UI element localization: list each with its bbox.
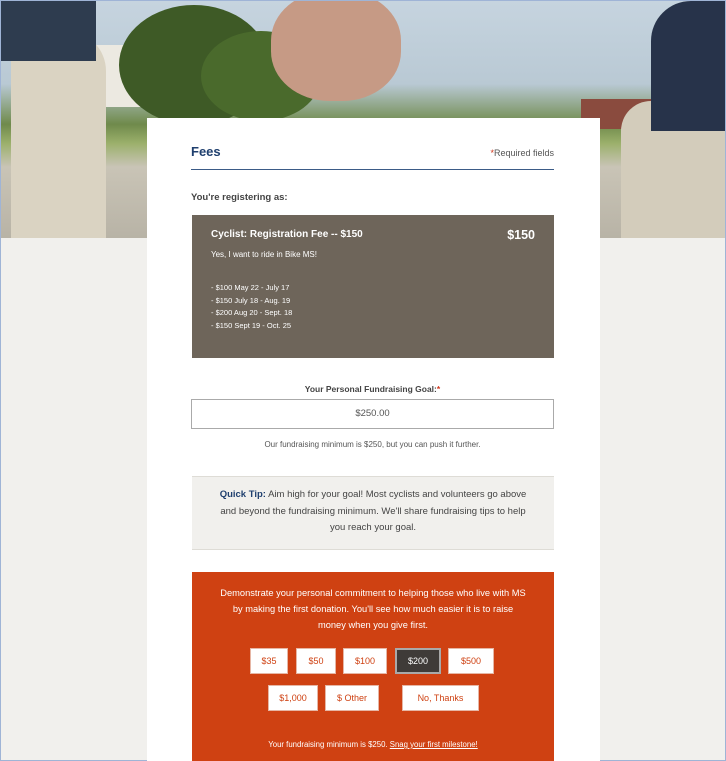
registering-label: You're registering as: xyxy=(191,192,288,203)
donation-amount-button[interactable]: $500 xyxy=(448,648,494,674)
fees-header: Fees *Required fields xyxy=(191,142,554,170)
quick-tip-label: Quick Tip: xyxy=(219,489,266,500)
first-donation-box: Demonstrate your personal commitment to … xyxy=(192,572,554,761)
no-thanks-button[interactable]: No, Thanks xyxy=(402,685,479,711)
donation-prompt: Demonstrate your personal commitment to … xyxy=(220,588,526,630)
registration-fee-option[interactable]: Cyclist: Registration Fee -- $150 $150 Y… xyxy=(192,215,554,358)
fee-schedule: - $100 May 22 - July 17 - $150 July 18 -… xyxy=(211,282,292,333)
fee-schedule-item: - $150 Sept 19 - Oct. 25 xyxy=(211,321,292,331)
donation-amount-button[interactable]: $100 xyxy=(343,648,387,674)
fee-name: Cyclist: Registration Fee -- $150 xyxy=(211,229,363,240)
donation-amount-button[interactable]: $1,000 xyxy=(268,685,318,711)
donation-footer-text: Your fundraising minimum is $250. xyxy=(268,740,390,749)
required-star: * xyxy=(436,384,441,394)
fee-price: $150 xyxy=(507,228,535,242)
quick-tip-body: Aim high for your goal! Most cyclists an… xyxy=(220,489,527,533)
goal-label-text: Your Personal Fundraising Goal: xyxy=(304,384,437,394)
fee-description: Yes, I want to ride in Bike MS! xyxy=(211,250,317,259)
milestone-link[interactable]: Snag your first milestone! xyxy=(390,740,478,749)
donation-footer: Your fundraising minimum is $250. Snag y… xyxy=(192,740,554,749)
required-fields-text: Required fields xyxy=(493,148,554,158)
goal-note: Our fundraising minimum is $250, but you… xyxy=(264,440,481,449)
registration-card: Fees *Required fields You're registering… xyxy=(147,118,600,761)
fee-schedule-item: - $200 Aug 20 - Sept. 18 xyxy=(211,308,293,318)
quick-tip-text: Quick Tip: Aim high for your goal! Most … xyxy=(216,487,530,537)
donation-amount-button[interactable]: $50 xyxy=(296,648,336,674)
fee-schedule-item: - $100 May 22 - July 17 xyxy=(211,283,290,292)
fee-schedule-item: - $150 July 18 - Aug. 19 xyxy=(211,295,291,305)
other-amount-button[interactable]: $ Other xyxy=(325,685,379,711)
fundraising-goal-input[interactable]: $250.00 xyxy=(191,399,554,429)
fees-title: Fees xyxy=(191,144,221,159)
quick-tip-box: Quick Tip: Aim high for your goal! Most … xyxy=(192,476,554,550)
donation-amount-button-selected[interactable]: $200 xyxy=(395,648,441,674)
donation-amount-button[interactable]: $35 xyxy=(250,648,288,674)
required-fields-note: *Required fields xyxy=(490,148,554,158)
goal-label: Your Personal Fundraising Goal:* xyxy=(191,384,554,394)
